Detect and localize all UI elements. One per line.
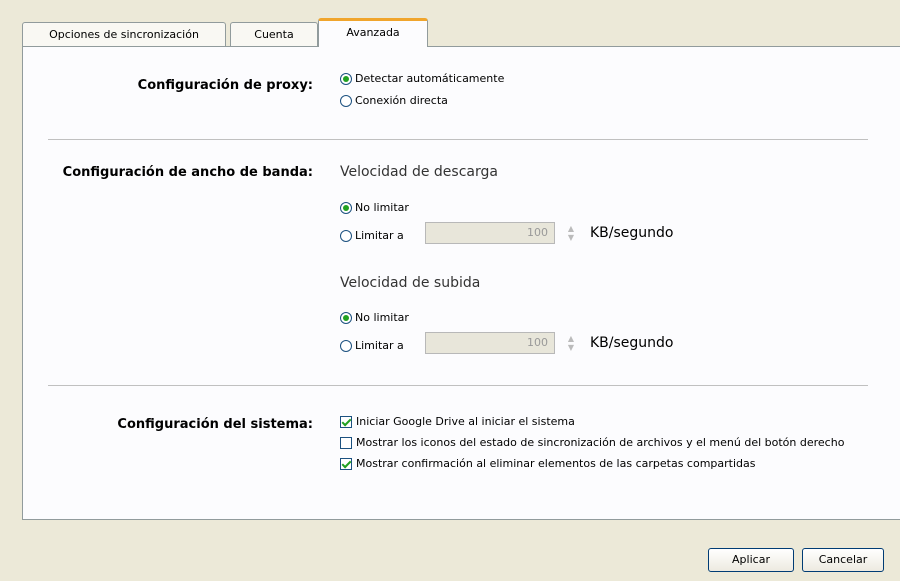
upload-unit: KB/segundo <box>590 335 674 351</box>
tab-advanced[interactable]: Avanzada <box>318 18 428 47</box>
download-no-limit-option[interactable]: No limitar <box>340 201 409 214</box>
cancel-button[interactable]: Cancelar <box>802 548 884 572</box>
show-icons-label: Mostrar los iconos del estado de sincron… <box>356 436 845 449</box>
spin-up-icon[interactable]: ▲ <box>568 224 574 233</box>
proxy-direct-radio[interactable] <box>340 94 352 107</box>
proxy-section-label: Configuración de proxy: <box>137 78 313 93</box>
tab-account[interactable]: Cuenta <box>230 22 318 46</box>
confirm-delete-label: Mostrar confirmación al eliminar element… <box>356 457 756 470</box>
download-unit: KB/segundo <box>590 225 674 241</box>
download-speed-heading: Velocidad de descarga <box>340 164 498 180</box>
show-icons-checkbox[interactable] <box>340 436 352 449</box>
system-option-confirm-delete[interactable]: Mostrar confirmación al eliminar element… <box>340 457 755 470</box>
upload-limit-radio[interactable] <box>340 339 352 352</box>
system-section-label: Configuración del sistema: <box>117 417 313 432</box>
tab-sync-options[interactable]: Opciones de sincronización <box>22 22 226 46</box>
spin-down-icon[interactable]: ▼ <box>568 233 574 242</box>
download-no-limit-label: No limitar <box>355 201 409 214</box>
download-no-limit-radio[interactable] <box>340 201 352 214</box>
upload-no-limit-radio[interactable] <box>340 311 352 324</box>
apply-button[interactable]: Aplicar <box>708 548 794 572</box>
proxy-auto-radio[interactable] <box>340 72 352 85</box>
start-drive-label: Iniciar Google Drive al iniciar el siste… <box>356 415 575 428</box>
system-option-start-drive[interactable]: Iniciar Google Drive al iniciar el siste… <box>340 415 575 428</box>
start-drive-checkbox[interactable] <box>340 415 352 428</box>
system-option-show-icons[interactable]: Mostrar los iconos del estado de sincron… <box>340 436 844 449</box>
upload-limit-label: Limitar a <box>355 339 404 352</box>
proxy-auto-option[interactable]: Detectar automáticamente <box>340 72 504 85</box>
download-limit-input[interactable]: 100 <box>425 222 555 244</box>
proxy-direct-label: Conexión directa <box>355 94 448 107</box>
spin-up-icon[interactable]: ▲ <box>568 334 574 343</box>
download-spinner-arrows[interactable]: ▲ ▼ <box>563 222 579 244</box>
confirm-delete-checkbox[interactable] <box>340 457 352 470</box>
download-limit-option[interactable]: Limitar a <box>340 229 404 242</box>
upload-limit-input[interactable]: 100 <box>425 332 555 354</box>
proxy-direct-option[interactable]: Conexión directa <box>340 94 448 107</box>
proxy-auto-label: Detectar automáticamente <box>355 72 505 85</box>
divider <box>48 385 868 386</box>
upload-no-limit-label: No limitar <box>355 311 409 324</box>
download-limit-label: Limitar a <box>355 229 404 242</box>
advanced-settings-panel: Configuración de proxy: Detectar automát… <box>22 46 900 520</box>
download-limit-radio[interactable] <box>340 229 352 242</box>
upload-limit-option[interactable]: Limitar a <box>340 339 404 352</box>
upload-spinner-arrows[interactable]: ▲ ▼ <box>563 332 579 354</box>
bandwidth-section-label: Configuración de ancho de banda: <box>62 165 313 180</box>
upload-no-limit-option[interactable]: No limitar <box>340 311 409 324</box>
upload-speed-heading: Velocidad de subida <box>340 275 481 291</box>
divider <box>48 139 868 140</box>
spin-down-icon[interactable]: ▼ <box>568 343 574 352</box>
